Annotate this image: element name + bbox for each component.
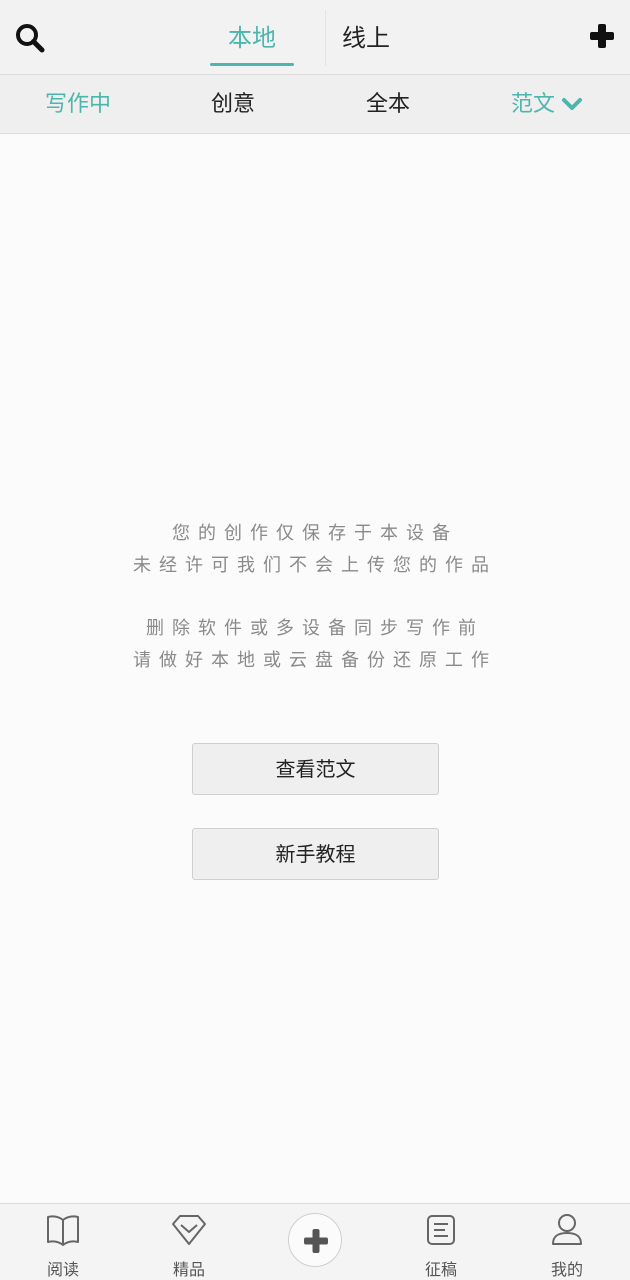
nav-submissions[interactable]: 征稿 (391, 1204, 491, 1280)
filter-bar: 写作中 创意 全本 范文 (0, 75, 630, 134)
top-bar: 本地 线上 (0, 0, 630, 75)
filter-ideas[interactable]: 创意 (180, 75, 286, 134)
view-samples-button[interactable]: 查看范文 (192, 743, 439, 795)
notice-line-1: 您的创作仅保存于本设备 (172, 523, 458, 544)
nav-featured-label: 精品 (172, 1260, 205, 1279)
filter-samples[interactable]: 范文 (492, 75, 602, 134)
user-icon (552, 1214, 582, 1245)
tab-local[interactable]: 本地 (210, 18, 294, 66)
nav-read-label: 阅读 (46, 1260, 79, 1279)
filter-complete[interactable]: 全本 (336, 75, 440, 134)
search-button[interactable] (14, 22, 46, 54)
notice-line-4: 请做好本地或云盘备份还原工作 (133, 650, 497, 671)
filter-samples-label: 范文 (510, 92, 555, 117)
bottom-nav: 阅读 精品 征稿 我的 (0, 1203, 630, 1280)
chevron-down-icon (561, 76, 583, 135)
tutorial-button[interactable]: 新手教程 (192, 828, 439, 880)
tab-online[interactable]: 线上 (326, 18, 406, 66)
notice-line-2: 未经许可我们不会上传您的作品 (133, 555, 497, 576)
add-button[interactable] (588, 22, 616, 50)
plus-icon (590, 24, 614, 48)
plus-icon (304, 1229, 328, 1253)
create-button[interactable] (288, 1213, 342, 1267)
nav-submissions-label: 征稿 (424, 1260, 457, 1279)
notice-line-3: 删除软件或多设备同步写作前 (146, 618, 484, 639)
nav-read[interactable]: 阅读 (13, 1204, 113, 1280)
search-icon (16, 24, 45, 53)
nav-mine-label: 我的 (550, 1260, 583, 1279)
filter-writing[interactable]: 写作中 (20, 75, 136, 134)
nav-mine[interactable]: 我的 (517, 1204, 617, 1280)
book-icon (47, 1215, 79, 1246)
nav-featured[interactable]: 精品 (139, 1204, 239, 1280)
document-icon (427, 1215, 455, 1245)
diamond-icon (172, 1215, 206, 1245)
